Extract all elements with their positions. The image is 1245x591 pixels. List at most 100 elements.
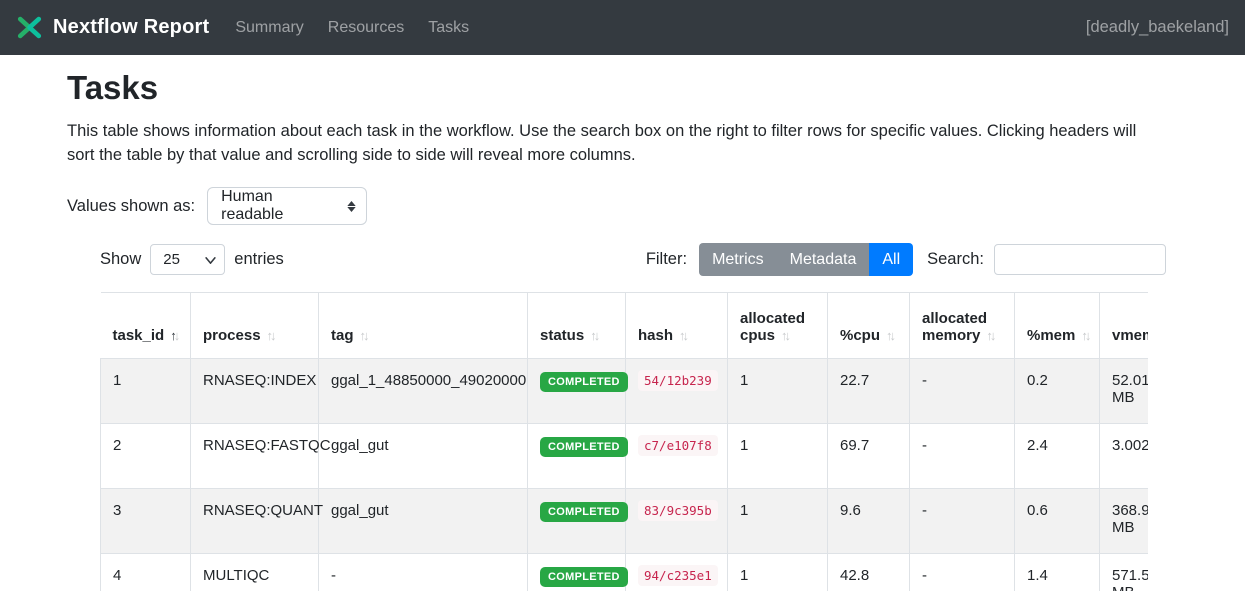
cell-status: COMPLETED: [528, 359, 626, 424]
column-label: hash: [638, 327, 673, 344]
cell-tag: ggal_gut: [319, 424, 528, 489]
cell-process: RNASEQ:FASTQC: [191, 424, 319, 489]
sort-arrows-icon: ↑↓: [267, 328, 277, 343]
cell-task_id: 2: [101, 424, 191, 489]
column-label: allocated cpus: [740, 310, 805, 344]
page-length-group: Show 25 entries: [100, 244, 284, 275]
column-header-tag[interactable]: tag↑↓: [319, 293, 528, 359]
column-label: %mem: [1027, 327, 1075, 344]
filter-label: Filter:: [646, 250, 687, 269]
cell-process: MULTIQC: [191, 554, 319, 591]
nav-item-resources[interactable]: Resources: [328, 19, 404, 37]
cell-allocated_cpus: 1: [728, 424, 828, 489]
cell-hash: 94/c235e1: [626, 554, 728, 591]
cell-hash: 83/9c395b: [626, 489, 728, 554]
navbar-links: Summary Resources Tasks: [235, 19, 469, 37]
cell-hash: c7/e107f8: [626, 424, 728, 489]
page-description: This table shows information about each …: [67, 119, 1167, 167]
table-row: 2RNASEQ:FASTQCggal_gut COMPLETEDc7/e107f8…: [101, 424, 1149, 489]
tasks-table: task_id↑↓process↑↓tag↑↓status↑↓hash↑↓all…: [100, 292, 1148, 591]
column-label: tag: [331, 327, 354, 344]
cell-task_id: 3: [101, 489, 191, 554]
brand-title: Nextflow Report: [53, 16, 209, 39]
cell-hash: 54/12b239: [626, 359, 728, 424]
status-badge: COMPLETED: [540, 502, 628, 522]
filter-button-metadata[interactable]: Metadata: [777, 243, 870, 276]
cell-allocated_memory: -: [910, 554, 1015, 591]
select-chevron-down-icon: [205, 251, 216, 268]
filter-group: Filter: Metrics Metadata All: [646, 243, 913, 276]
column-header-process[interactable]: process ↑↓: [191, 293, 319, 359]
column-label: process: [203, 327, 261, 344]
navbar-brand[interactable]: Nextflow Report: [16, 14, 209, 41]
cell-process: RNASEQ:QUANT: [191, 489, 319, 554]
status-badge: COMPLETED: [540, 567, 628, 587]
cell-pcpu: 69.7: [828, 424, 910, 489]
cell-allocated_memory: -: [910, 359, 1015, 424]
column-header-vmem[interactable]: vmem↑↓: [1100, 293, 1149, 359]
column-header-allocated-memory[interactable]: allocated memory↑↓: [910, 293, 1015, 359]
navbar: Nextflow Report Summary Resources Tasks …: [0, 0, 1245, 55]
column-label: vmem: [1112, 327, 1148, 344]
table-row: 4MULTIQC-COMPLETED94/c235e1142.8-1.4571.…: [101, 554, 1149, 591]
task-hash: 94/c235e1: [638, 565, 718, 586]
search-input[interactable]: [994, 244, 1166, 275]
column-label: %cpu: [840, 327, 880, 344]
cell-vmem: 571.58 MB: [1100, 554, 1149, 591]
run-name: [deadly_baekeland]: [1086, 18, 1229, 37]
select-updown-caret-icon: [347, 201, 356, 212]
table-row: 1RNASEQ:INDEXggal_1_48850000_49020000COM…: [101, 359, 1149, 424]
tasks-page: Tasks This table shows information about…: [0, 55, 1245, 591]
sort-arrows-icon: ↑↓: [170, 328, 180, 343]
entries-label: entries: [234, 250, 284, 269]
cell-status: COMPLETED: [528, 424, 626, 489]
column-header-hash[interactable]: hash↑↓: [626, 293, 728, 359]
values-shown-label: Values shown as:: [67, 197, 195, 216]
sort-arrows-icon: ↑↓: [886, 328, 896, 343]
table-row: 3RNASEQ:QUANTggal_gutCOMPLETED83/9c395b1…: [101, 489, 1149, 554]
values-format-select[interactable]: Human readable: [207, 187, 367, 225]
table-header-row: task_id↑↓process↑↓tag↑↓status↑↓hash↑↓all…: [101, 293, 1149, 359]
task-hash: 54/12b239: [638, 370, 718, 391]
status-badge: COMPLETED: [540, 437, 628, 457]
cell-pmem: 0.6: [1015, 489, 1100, 554]
filter-button-metrics[interactable]: Metrics: [699, 243, 777, 276]
cell-vmem: 3.002: [1100, 424, 1149, 489]
column-label: task_id: [113, 327, 165, 344]
cell-vmem: 368.95 MB: [1100, 489, 1149, 554]
cell-pmem: 0.2: [1015, 359, 1100, 424]
column-header--mem[interactable]: %mem ↑↓: [1015, 293, 1100, 359]
cell-pcpu: 9.6: [828, 489, 910, 554]
cell-allocated_cpus: 1: [728, 554, 828, 591]
sort-arrows-icon: ↑↓: [986, 328, 996, 343]
sort-arrows-icon: ↑↓: [590, 328, 600, 343]
filter-button-all[interactable]: All: [869, 243, 913, 276]
column-header-task_id[interactable]: task_id ↑↓: [101, 293, 191, 359]
sort-arrows-icon: ↑↓: [1081, 328, 1091, 343]
values-format-selected: Human readable: [221, 188, 336, 224]
cell-tag: ggal_1_48850000_49020000: [319, 359, 528, 424]
cell-vmem: 52.016 MB: [1100, 359, 1149, 424]
search-group: Search:: [927, 244, 1166, 275]
cell-task_id: 1: [101, 359, 191, 424]
column-header-status[interactable]: status↑↓: [528, 293, 626, 359]
cell-allocated_memory: -: [910, 489, 1015, 554]
cell-status: COMPLETED: [528, 554, 626, 591]
sort-arrows-icon: ↑↓: [781, 328, 791, 343]
nav-item-tasks[interactable]: Tasks: [428, 19, 469, 37]
column-label: allocated memory: [922, 310, 987, 344]
cell-status: COMPLETED: [528, 489, 626, 554]
tasks-table-viewport[interactable]: task_id↑↓process↑↓tag↑↓status↑↓hash↑↓all…: [100, 292, 1148, 591]
cell-pcpu: 22.7: [828, 359, 910, 424]
cell-allocated_cpus: 1: [728, 359, 828, 424]
column-header-allocated-cpus[interactable]: allocated cpus↑↓: [728, 293, 828, 359]
datatable-controls: Show 25 entries Filter: Metrics Metadata…: [100, 243, 1166, 276]
cell-tag: ggal_gut: [319, 489, 528, 554]
column-header--cpu[interactable]: %cpu ↑↓: [828, 293, 910, 359]
task-hash: 83/9c395b: [638, 500, 718, 521]
nav-item-summary[interactable]: Summary: [235, 19, 303, 37]
search-label: Search:: [927, 250, 984, 269]
page-length-value: 25: [163, 251, 180, 268]
values-shown-row: Values shown as: Human readable: [67, 187, 1178, 225]
page-length-select[interactable]: 25: [150, 244, 225, 275]
